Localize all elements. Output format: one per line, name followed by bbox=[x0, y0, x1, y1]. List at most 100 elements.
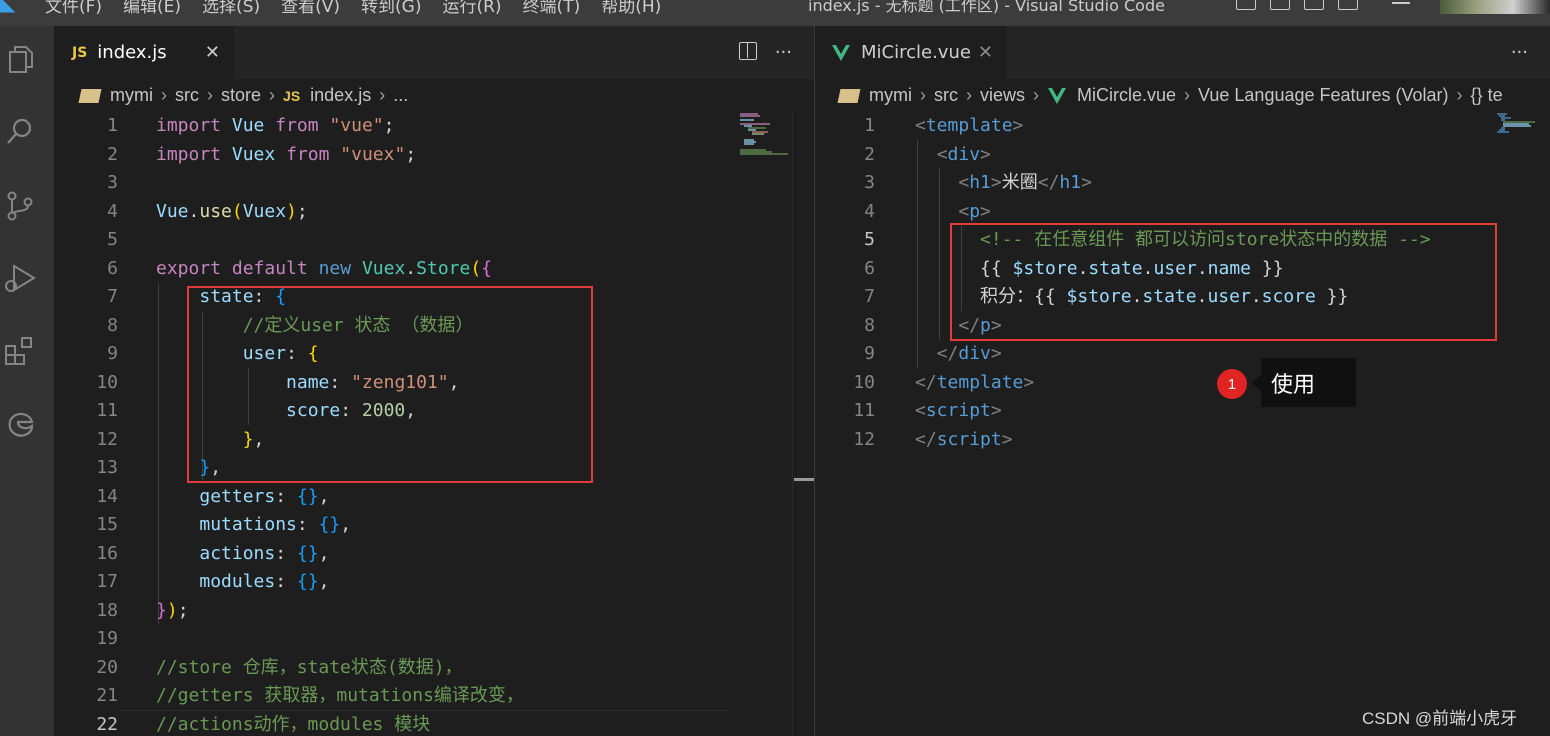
breadcrumb-item[interactable]: Vue Language Features (Volar) bbox=[1198, 85, 1449, 106]
search-icon[interactable] bbox=[0, 112, 40, 152]
code-line[interactable]: 3 <h1>米圈</h1> bbox=[815, 169, 1550, 198]
line-number: 5 bbox=[107, 229, 118, 250]
breadcrumb-item[interactable]: ... bbox=[393, 85, 408, 106]
code-line[interactable]: 20 //store 仓库，state状态(数据)， bbox=[54, 654, 814, 683]
tab-micircle-vue[interactable]: MiCircle.vue ✕ bbox=[815, 26, 1007, 79]
tab-index-js[interactable]: JS index.js ✕ bbox=[54, 26, 234, 79]
layout-controls bbox=[1236, 0, 1358, 10]
vertical-scrollbar[interactable] bbox=[792, 112, 814, 736]
code-line[interactable]: 15 mutations: {}, bbox=[54, 511, 814, 540]
breadcrumb-item[interactable]: MiCircle.vue bbox=[1077, 85, 1176, 106]
code-text: }); bbox=[156, 599, 189, 621]
breadcrumb-item[interactable]: mymi bbox=[869, 85, 912, 106]
tab-label: MiCircle.vue bbox=[861, 42, 971, 63]
annotation-label: 使用 bbox=[1271, 372, 1316, 398]
line-number: 11 bbox=[853, 400, 875, 421]
menu-go[interactable]: 转到(G) bbox=[361, 0, 421, 17]
activity-bar bbox=[0, 26, 54, 736]
code-line[interactable]: 1 <template> bbox=[815, 112, 1550, 141]
close-icon[interactable]: ✕ bbox=[978, 42, 993, 63]
code-text: getters: {}, bbox=[199, 485, 330, 507]
tab-label: index.js bbox=[97, 42, 167, 63]
editor-actions: ··· bbox=[1511, 42, 1528, 63]
menu-file[interactable]: 文件(F) bbox=[45, 0, 102, 17]
code-line[interactable]: 18}); bbox=[54, 597, 814, 626]
code-line[interactable]: 4 <p> bbox=[815, 198, 1550, 227]
edge-browser-icon[interactable] bbox=[0, 402, 40, 442]
code-line[interactable]: 2 <div> bbox=[815, 141, 1550, 170]
menu-bar: 文件(F) 编辑(E) 选择(S) 查看(V) 转到(G) 运行(R) 终端(T… bbox=[45, 0, 682, 17]
explorer-icon[interactable] bbox=[0, 40, 40, 80]
code-line[interactable]: 19 bbox=[54, 625, 814, 654]
menu-view[interactable]: 查看(V) bbox=[281, 0, 340, 17]
breadcrumb-item[interactable]: store bbox=[221, 85, 261, 106]
breadcrumb-item[interactable]: src bbox=[934, 85, 958, 106]
line-number: 4 bbox=[864, 200, 875, 222]
code-line[interactable]: 3 bbox=[54, 169, 814, 198]
more-actions-icon[interactable]: ··· bbox=[1511, 42, 1528, 63]
minimap[interactable] bbox=[1495, 112, 1550, 172]
breadcrumb-item[interactable]: src bbox=[175, 85, 199, 106]
line-number: 18 bbox=[96, 599, 118, 621]
code-text: </template> bbox=[915, 371, 1035, 393]
code-text: actions: {}, bbox=[199, 542, 330, 564]
folder-icon bbox=[78, 88, 102, 103]
code-line[interactable]: 1 import Vue from "vue"; bbox=[54, 112, 814, 141]
toggle-secondary-sidebar-icon[interactable] bbox=[1304, 0, 1324, 10]
code-text: <div> bbox=[936, 143, 991, 165]
javascript-file-icon: JS bbox=[72, 44, 88, 61]
line-number: 10 bbox=[96, 371, 118, 393]
vscode-logo-icon: ◣ bbox=[0, 0, 16, 15]
code-line[interactable]: 10 </template> bbox=[815, 369, 1550, 398]
split-editor-icon[interactable] bbox=[738, 42, 757, 60]
chevron-right-icon: › bbox=[161, 85, 167, 105]
code-line[interactable]: 14 getters: {}, bbox=[54, 483, 814, 512]
code-line[interactable]: 11 <script> bbox=[815, 397, 1550, 426]
code-line[interactable]: 5 bbox=[54, 226, 814, 255]
code-editor[interactable]: 1 <template> 2 <div> 3 <h1>米圈</h1> 4 <p> 5 <!… bbox=[815, 112, 1550, 736]
menu-edit[interactable]: 编辑(E) bbox=[123, 0, 181, 17]
chevron-right-icon: › bbox=[1456, 85, 1463, 105]
highlight-box-state bbox=[187, 286, 593, 483]
code-line[interactable]: 16 actions: {}, bbox=[54, 540, 814, 569]
chevron-right-icon: › bbox=[269, 85, 276, 105]
code-text: import Vue from "vue"; bbox=[156, 115, 395, 136]
breadcrumb-item[interactable]: {} te bbox=[1471, 85, 1503, 106]
scrollbar-thumb[interactable] bbox=[794, 478, 814, 481]
chevron-right-icon: › bbox=[920, 85, 926, 105]
chevron-right-icon: › bbox=[966, 85, 972, 105]
line-number: 4 bbox=[107, 200, 118, 222]
toggle-sidebar-icon[interactable] bbox=[1236, 0, 1256, 10]
line-number: 1 bbox=[107, 115, 118, 136]
menu-run[interactable]: 运行(R) bbox=[442, 0, 501, 17]
code-line[interactable]: 22 //actions动作，modules 模块 bbox=[54, 711, 814, 736]
code-line[interactable]: 4 Vue.use(Vuex); bbox=[54, 198, 814, 227]
breadcrumb-item[interactable]: index.js bbox=[310, 85, 371, 106]
code-line[interactable]: 9 </div> bbox=[815, 340, 1550, 369]
editor-group-right: MiCircle.vue ✕ ··· mymi › src › views › … bbox=[815, 26, 1550, 736]
breadcrumb-item[interactable]: views bbox=[980, 85, 1025, 106]
run-debug-icon[interactable] bbox=[0, 258, 40, 298]
minimap[interactable] bbox=[738, 112, 798, 172]
breadcrumb-item[interactable]: mymi bbox=[110, 85, 153, 106]
minimize-button[interactable] bbox=[1392, 2, 1410, 4]
more-actions-icon[interactable]: ··· bbox=[775, 42, 792, 63]
toggle-panel-icon[interactable] bbox=[1270, 0, 1290, 10]
line-number: 1 bbox=[864, 115, 875, 136]
code-line[interactable]: 21 //getters 获取器，mutations编译改变， bbox=[54, 682, 814, 711]
code-line[interactable]: 17 modules: {}, bbox=[54, 568, 814, 597]
close-icon[interactable]: ✕ bbox=[205, 42, 220, 63]
menu-terminal[interactable]: 终端(T) bbox=[523, 0, 581, 17]
extensions-icon[interactable] bbox=[0, 330, 40, 370]
menu-selection[interactable]: 选择(S) bbox=[202, 0, 260, 17]
menu-help[interactable]: 帮助(H) bbox=[601, 0, 661, 17]
source-control-icon[interactable] bbox=[0, 186, 40, 226]
customize-layout-icon[interactable] bbox=[1338, 0, 1358, 10]
code-line[interactable]: 2 import Vuex from "vuex"; bbox=[54, 141, 814, 170]
line-number: 11 bbox=[96, 400, 118, 421]
line-number: 6 bbox=[864, 257, 875, 279]
line-number: 7 bbox=[864, 286, 875, 307]
code-line[interactable]: 12 </script> bbox=[815, 426, 1550, 455]
tab-bar: MiCircle.vue ✕ ··· bbox=[815, 26, 1550, 79]
code-line[interactable]: 6 export default new Vuex.Store({ bbox=[54, 255, 814, 284]
